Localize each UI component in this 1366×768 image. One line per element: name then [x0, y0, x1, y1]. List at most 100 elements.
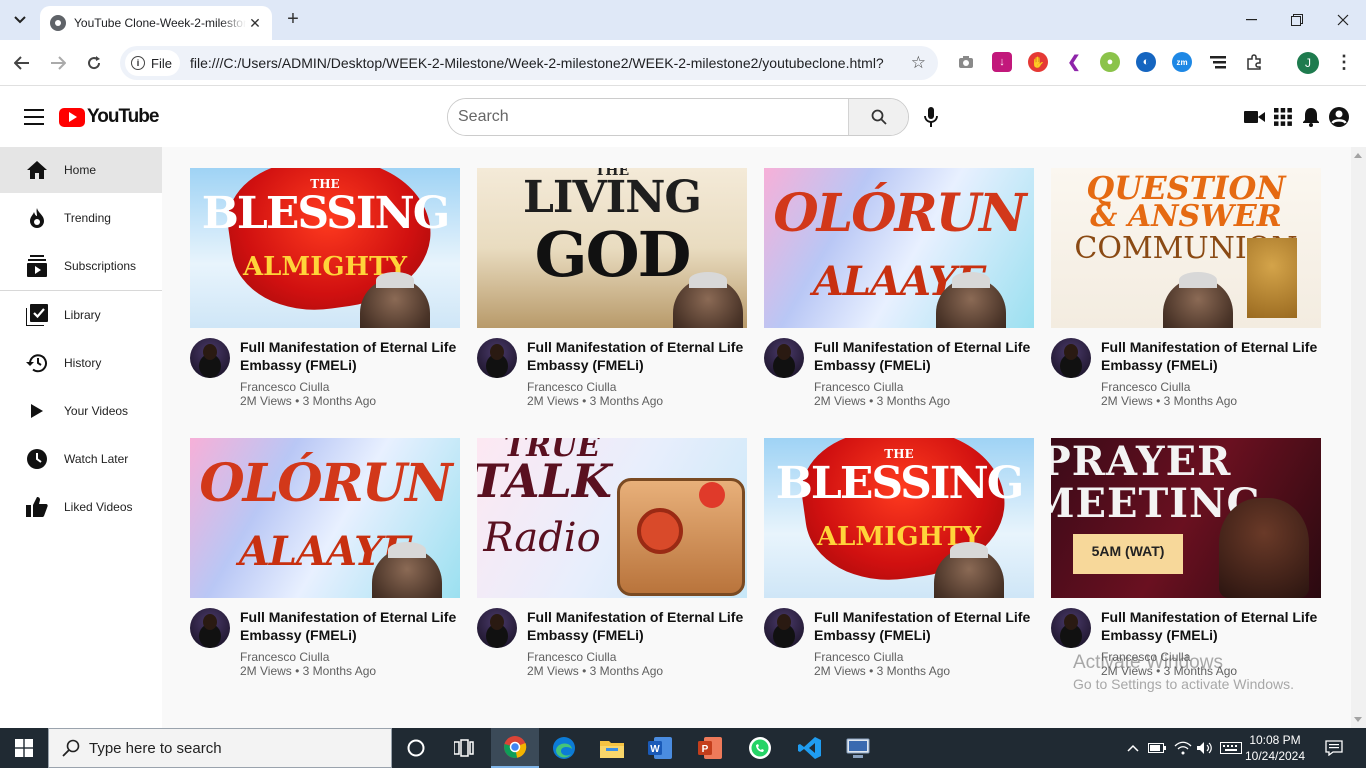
bookmark-star-icon[interactable]: ☆ [911, 53, 926, 73]
microphone-icon[interactable] [920, 105, 942, 129]
color-extension-icon[interactable]: ◐ [1136, 52, 1156, 72]
more-menu-icon[interactable]: ⋮ [1334, 52, 1354, 72]
apps-grid-icon[interactable] [1271, 105, 1295, 129]
volume-icon[interactable] [1194, 728, 1216, 768]
notifications-bell-icon[interactable] [1299, 105, 1323, 129]
url-text[interactable]: file:///C:/Users/ADMIN/Desktop/WEEK-2-Mi… [190, 55, 884, 71]
forward-button[interactable] [46, 51, 70, 75]
video-title[interactable]: Full Manifestation of Eternal Life Embas… [240, 608, 460, 644]
channel-name[interactable]: Francesco Ciulla [814, 650, 903, 664]
sidebar-item-your-videos[interactable]: Your Videos [0, 388, 162, 434]
channel-avatar[interactable] [477, 608, 517, 648]
channel-avatar[interactable] [764, 338, 804, 378]
channel-avatar[interactable] [477, 338, 517, 378]
video-card[interactable]: OLÓRUN ALAAYE Full Manifestation of Eter… [190, 438, 460, 688]
video-title[interactable]: Full Manifestation of Eternal Life Embas… [527, 338, 747, 374]
sidebar-item-home[interactable]: Home [0, 147, 162, 193]
video-thumbnail[interactable]: OLÓRUN ALAAYE [764, 168, 1034, 328]
file-explorer-taskbar-icon[interactable] [588, 728, 636, 768]
video-thumbnail[interactable]: THE BLESSING ALMIGHTY [764, 438, 1034, 598]
channel-avatar[interactable] [190, 608, 230, 648]
search-input[interactable] [448, 99, 848, 135]
video-card[interactable]: THE BLESSING ALMIGHTY Full Manifestation… [764, 438, 1034, 688]
scroll-up-icon[interactable] [1354, 153, 1362, 158]
channel-name[interactable]: Francesco Ciulla [240, 380, 329, 394]
whatsapp-taskbar-icon[interactable] [736, 728, 784, 768]
channel-avatar[interactable] [190, 338, 230, 378]
scroll-down-icon[interactable] [1354, 717, 1362, 722]
lightbulb-extension-icon[interactable]: ● [1100, 52, 1120, 72]
extension-icon[interactable]: ❮ [1064, 52, 1084, 72]
zoom-extension-icon[interactable]: zm [1172, 52, 1192, 72]
edge-taskbar-icon[interactable] [540, 728, 588, 768]
powerpoint-taskbar-icon[interactable]: P [686, 728, 734, 768]
video-card[interactable]: QUESTION & ANSWER COMMUNION Full Manifes… [1051, 168, 1321, 418]
video-card[interactable]: TRUE TALK Radio Full Manifestation of Et… [477, 438, 747, 688]
wifi-icon[interactable] [1172, 728, 1194, 768]
vscode-taskbar-icon[interactable] [786, 728, 834, 768]
adblock-extension-icon[interactable]: ✋ [1028, 52, 1048, 72]
video-thumbnail[interactable]: THE BLESSING ALMIGHTY [190, 168, 460, 328]
network-app-taskbar-icon[interactable] [834, 728, 882, 768]
tab-close-icon[interactable]: ✕ [246, 14, 264, 32]
reading-list-icon[interactable] [1208, 52, 1228, 72]
battery-icon[interactable] [1146, 728, 1168, 768]
video-thumbnail[interactable]: TRUE TALK Radio [477, 438, 747, 598]
profile-avatar[interactable]: J [1297, 52, 1319, 74]
address-bar[interactable]: i File file:///C:/Users/ADMIN/Desktop/WE… [120, 46, 938, 80]
channel-name[interactable]: Francesco Ciulla [1101, 380, 1190, 394]
back-button[interactable] [10, 51, 34, 75]
extensions-puzzle-icon[interactable] [1244, 52, 1264, 72]
hamburger-menu-icon[interactable] [24, 109, 44, 125]
sidebar-item-liked-videos[interactable]: Liked Videos [0, 484, 162, 530]
video-title[interactable]: Full Manifestation of Eternal Life Embas… [240, 338, 460, 374]
taskbar-clock[interactable]: 10:08 PM 10/24/2024 [1240, 732, 1310, 764]
cortana-icon[interactable] [392, 728, 440, 768]
sidebar-item-watch-later[interactable]: Watch Later [0, 436, 162, 482]
start-button[interactable] [0, 728, 48, 768]
video-card[interactable]: THE LIVING GOD Full Manifestation of Ete… [477, 168, 747, 418]
channel-name[interactable]: Francesco Ciulla [527, 650, 616, 664]
video-thumbnail[interactable]: THE LIVING GOD [477, 168, 747, 328]
channel-name[interactable]: Francesco Ciulla [814, 380, 903, 394]
notifications-center-icon[interactable] [1320, 728, 1348, 768]
channel-name[interactable]: Francesco Ciulla [240, 650, 329, 664]
channel-avatar[interactable] [764, 608, 804, 648]
sidebar-item-library[interactable]: Library [0, 292, 162, 338]
word-taskbar-icon[interactable]: W [636, 728, 684, 768]
video-title[interactable]: Full Manifestation of Eternal Life Embas… [1101, 608, 1321, 644]
page-scrollbar[interactable] [1351, 147, 1366, 728]
sidebar-item-trending[interactable]: Trending [0, 195, 162, 241]
video-thumbnail[interactable]: OLÓRUN ALAAYE [190, 438, 460, 598]
channel-avatar[interactable] [1051, 338, 1091, 378]
restore-button[interactable] [1274, 6, 1320, 34]
sidebar-item-subscriptions[interactable]: Subscriptions [0, 243, 162, 289]
video-thumbnail[interactable]: PRAYER MEETING 5AM (WAT) [1051, 438, 1321, 598]
new-tab-button[interactable]: + [282, 8, 304, 30]
tab-search-button[interactable] [8, 8, 32, 32]
channel-avatar[interactable] [1051, 608, 1091, 648]
task-view-icon[interactable] [440, 728, 488, 768]
video-card[interactable]: OLÓRUN ALAAYE Full Manifestation of Eter… [764, 168, 1034, 418]
create-video-icon[interactable] [1243, 105, 1267, 129]
video-thumbnail[interactable]: QUESTION & ANSWER COMMUNION [1051, 168, 1321, 328]
chrome-taskbar-icon[interactable] [491, 728, 539, 768]
video-title[interactable]: Full Manifestation of Eternal Life Embas… [814, 338, 1034, 374]
camera-icon[interactable] [956, 52, 976, 72]
sidebar-item-history[interactable]: History [0, 340, 162, 386]
channel-name[interactable]: Francesco Ciulla [527, 380, 616, 394]
show-hidden-icons-chevron-icon[interactable] [1124, 728, 1142, 768]
video-title[interactable]: Full Manifestation of Eternal Life Embas… [1101, 338, 1321, 374]
search-button[interactable] [848, 99, 908, 135]
account-icon[interactable] [1327, 105, 1351, 129]
video-title[interactable]: Full Manifestation of Eternal Life Embas… [527, 608, 747, 644]
video-card[interactable]: THE BLESSING ALMIGHTY Full Manifestation… [190, 168, 460, 418]
youtube-logo[interactable]: YouTube [59, 106, 159, 128]
close-window-button[interactable] [1320, 6, 1366, 34]
download-extension-icon[interactable]: ↓ [992, 52, 1012, 72]
minimize-button[interactable] [1228, 6, 1274, 34]
video-card[interactable]: PRAYER MEETING 5AM (WAT) Full Manifestat… [1051, 438, 1321, 688]
site-info-button[interactable]: i File [125, 50, 180, 76]
video-title[interactable]: Full Manifestation of Eternal Life Embas… [814, 608, 1034, 644]
browser-tab[interactable]: YouTube Clone-Week-2-milestone2 ✕ [40, 6, 272, 40]
